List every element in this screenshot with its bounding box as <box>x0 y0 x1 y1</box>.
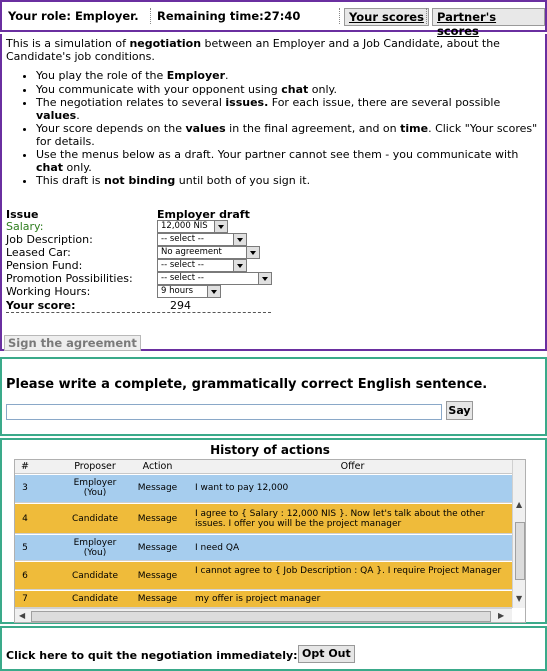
issue-label: Job Description: <box>6 233 93 246</box>
issue-label: Salary: <box>6 220 44 233</box>
row-offer: I cannot agree to { Job Description : QA… <box>195 566 502 576</box>
separator <box>150 8 151 24</box>
row-action: Message <box>137 514 178 524</box>
instructions-list: You play the role of the Employer. You c… <box>2 69 542 189</box>
row-proposer: Candidate <box>71 594 118 604</box>
table-row[interactable]: 6 Candidate Message I cannot agree to { … <box>15 562 512 590</box>
chevron-down-icon <box>233 234 246 245</box>
row-action: Message <box>137 543 178 553</box>
say-button[interactable]: Say <box>446 401 473 420</box>
table-header: # Proposer Action Offer <box>15 460 512 474</box>
table-row[interactable]: 7 Candidate Message my offer is project … <box>15 591 512 608</box>
opt-out-panel: Click here to quit the negotiation immed… <box>0 626 547 671</box>
row-action: Message <box>137 571 178 581</box>
draft-score-row: Your score: 294 <box>6 299 271 313</box>
issue-label: Promotion Possibilities: <box>6 272 133 285</box>
your-scores-button[interactable]: Your scores <box>344 8 429 26</box>
pension-fund-select[interactable]: -- select -- <box>157 259 247 272</box>
list-item: You play the role of the Employer. <box>36 69 542 83</box>
row-proposer: Candidate <box>71 514 118 524</box>
row-number: 5 <box>22 543 28 553</box>
list-item: This draft is not binding until both of … <box>36 174 542 188</box>
opt-out-button[interactable]: Opt Out <box>298 645 355 663</box>
chevron-down-icon <box>214 221 227 232</box>
chat-panel: Please write a complete, grammatically c… <box>0 357 547 436</box>
column-header-number[interactable]: # <box>15 461 35 472</box>
issue-label: Leased Car: <box>6 246 71 259</box>
row-offer: I agree to { Salary : 12,000 NIS }. Now … <box>195 509 485 529</box>
vertical-scrollbar[interactable]: ▲ ▼ <box>512 460 525 608</box>
partner-scores-button[interactable]: Partner's scores <box>432 8 545 38</box>
column-header-proposer[interactable]: Proposer <box>65 461 125 472</box>
history-panel: History of actions # Proposer Action Off… <box>0 438 547 624</box>
scrollbar-thumb[interactable] <box>31 611 491 622</box>
instructions-panel: This is a simulation of negotiation betw… <box>0 34 547 351</box>
scrollbar-thumb[interactable] <box>515 522 525 580</box>
column-header-action[interactable]: Action <box>135 461 180 472</box>
draft-row-working-hours: Working Hours: 9 hours <box>6 285 306 299</box>
row-offer: my offer is project manager <box>195 594 321 604</box>
promotion-select[interactable]: -- select -- <box>157 272 272 285</box>
scroll-up-icon[interactable]: ▲ <box>516 500 522 509</box>
row-action: Message <box>137 483 178 493</box>
row-proposer: Employer (You) <box>73 478 117 498</box>
draft-row-promotion: Promotion Possibilities: -- select -- <box>6 272 306 286</box>
chevron-down-icon <box>233 260 246 271</box>
remaining-time: Remaining time:27:40 <box>157 9 301 23</box>
scroll-down-icon[interactable]: ▼ <box>516 594 522 603</box>
list-item: You communicate with your opponent using… <box>36 83 542 97</box>
list-item: Your score depends on the values in the … <box>36 122 542 148</box>
scroll-right-icon[interactable]: ▶ <box>498 611 504 620</box>
row-proposer: Candidate <box>71 571 118 581</box>
draft-row-leased-car: Leased Car: No agreement <box>6 246 306 260</box>
working-hours-select[interactable]: 9 hours <box>157 285 221 298</box>
salary-select[interactable]: 12,000 NIS <box>157 220 228 233</box>
chevron-down-icon <box>246 247 259 258</box>
row-number: 4 <box>22 514 28 524</box>
row-offer: I need QA <box>195 543 240 553</box>
row-number: 6 <box>22 571 28 581</box>
list-item: The negotiation relates to several issue… <box>36 96 542 122</box>
history-table: # Proposer Action Offer 3 Employer (You)… <box>14 459 526 623</box>
leased-car-select[interactable]: No agreement <box>157 246 260 259</box>
column-header-offer[interactable]: Offer <box>195 461 510 472</box>
separator <box>339 8 340 24</box>
list-item: Use the menus below as a draft. Your par… <box>36 148 542 174</box>
draft-row-salary: Salary: 12,000 NIS <box>6 220 306 234</box>
draft-row-job-description: Job Description: -- select -- <box>6 233 306 247</box>
issue-label: Pension Fund: <box>6 259 83 272</box>
scroll-left-icon[interactable]: ◀ <box>19 611 25 620</box>
issue-label: Working Hours: <box>6 285 91 298</box>
row-action: Message <box>137 594 178 604</box>
history-title: History of actions <box>210 443 330 457</box>
row-offer: I want to pay 12,000 <box>195 483 289 493</box>
chevron-down-icon <box>207 286 220 297</box>
separator <box>426 8 427 24</box>
score-label: Your score: <box>6 299 76 312</box>
row-number: 3 <box>22 483 28 493</box>
row-number: 7 <box>22 594 28 604</box>
chevron-down-icon <box>258 273 271 284</box>
score-value: 294 <box>170 299 191 312</box>
sign-agreement-button[interactable]: Sign the agreement <box>4 335 141 351</box>
role-label: Your role: Employer. <box>8 9 139 23</box>
intro-text: This is a simulation of negotiation betw… <box>6 37 500 63</box>
job-description-select[interactable]: -- select -- <box>157 233 247 246</box>
chat-input[interactable] <box>6 404 442 420</box>
row-proposer: Employer (You) <box>73 538 117 558</box>
chat-instruction: Please write a complete, grammatically c… <box>6 377 488 392</box>
table-row[interactable]: 3 Employer (You) Message I want to pay 1… <box>15 475 512 503</box>
draft-row-pension-fund: Pension Fund: -- select -- <box>6 259 306 273</box>
status-bar: Your role: Employer. Remaining time:27:4… <box>0 0 547 38</box>
table-row[interactable]: 4 Candidate Message I agree to { Salary … <box>15 504 512 534</box>
horizontal-scrollbar[interactable]: ◀ ▶ <box>15 608 512 622</box>
table-row[interactable]: 5 Employer (You) Message I need QA <box>15 535 512 561</box>
opt-out-label: Click here to quit the negotiation immed… <box>6 649 298 662</box>
